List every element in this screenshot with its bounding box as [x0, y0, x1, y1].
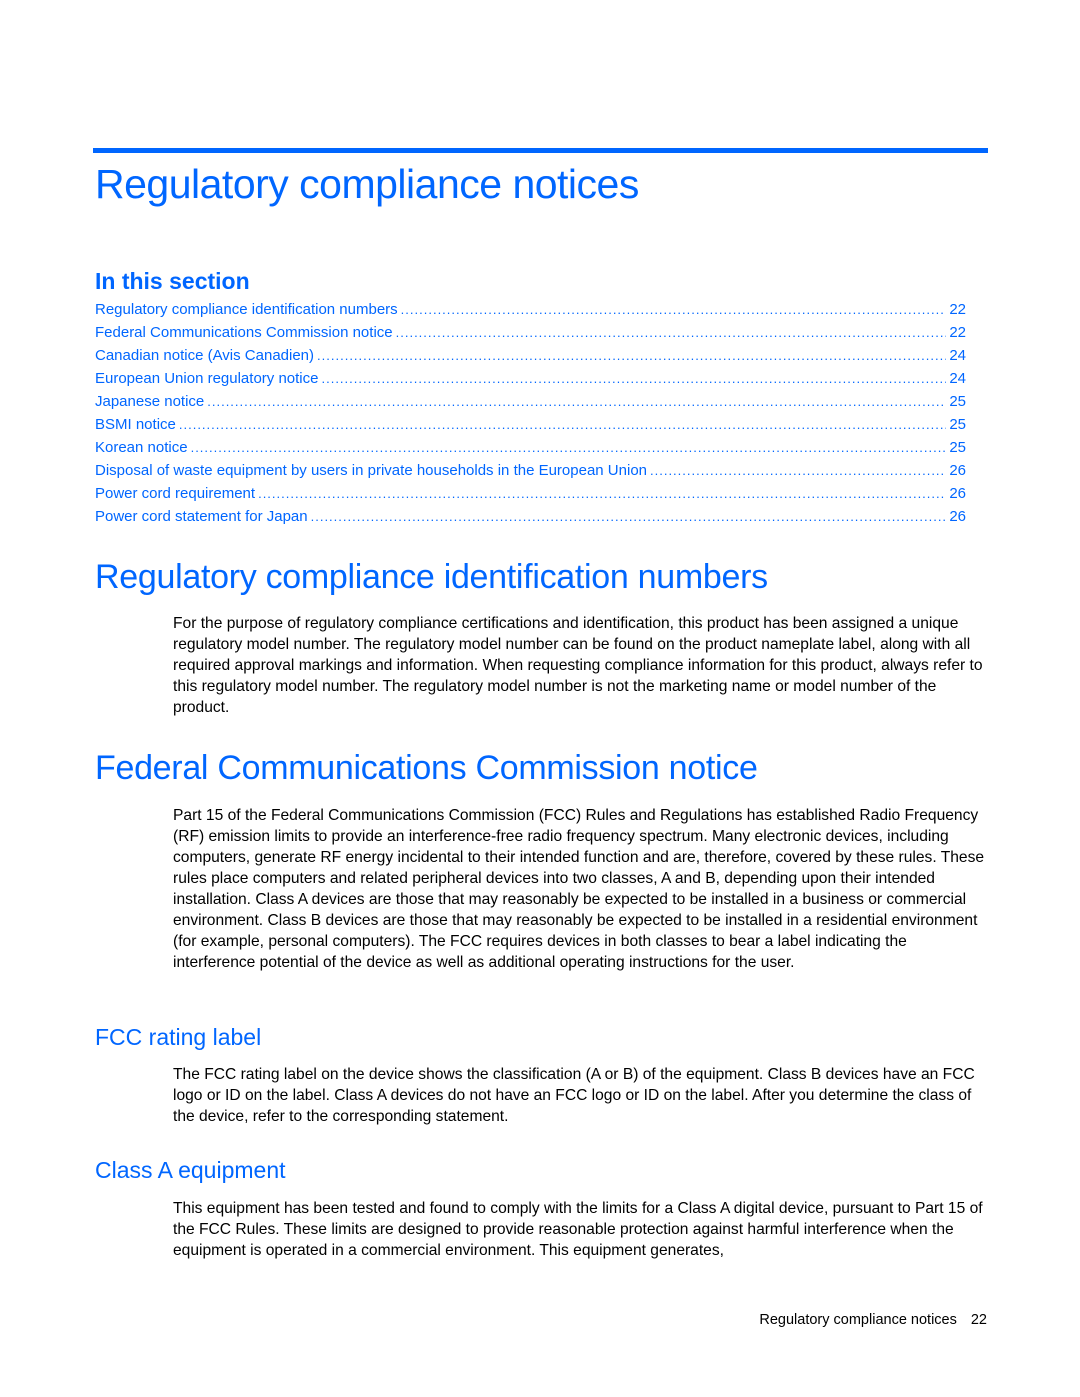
section-body-class-a: This equipment has been tested and found… [173, 1200, 983, 1259]
toc-heading: In this section [95, 268, 250, 294]
toc-entry[interactable]: Power cord requirement 26 [95, 482, 966, 505]
toc-entry-label[interactable]: Japanese notice [95, 390, 204, 413]
toc-entry-page[interactable]: 25 [949, 390, 966, 413]
footer-page-number: 22 [970, 1312, 987, 1328]
section-heading-fcc: Federal Communications Commission notice [95, 749, 758, 787]
toc-entry-page[interactable]: 26 [949, 459, 966, 482]
toc-entry[interactable]: Regulatory compliance identification num… [95, 298, 966, 321]
toc-entry-page[interactable]: 26 [949, 482, 966, 505]
footer-chapter: Regulatory compliance notices [759, 1312, 957, 1328]
title-rule [93, 148, 988, 153]
toc-entry-page[interactable]: 22 [949, 321, 966, 344]
page-title: Regulatory compliance notices [95, 161, 639, 207]
toc-leader [207, 390, 946, 413]
toc-entry[interactable]: European Union regulatory notice 24 [95, 367, 966, 390]
toc-entry-label[interactable]: Regulatory compliance identification num… [95, 298, 398, 321]
toc-entry[interactable]: BSMI notice 25 [95, 413, 966, 436]
toc-entry-label[interactable]: Canadian notice (Avis Canadien) [95, 344, 314, 367]
table-of-contents: Regulatory compliance identification num… [95, 298, 966, 528]
toc-leader [258, 482, 946, 505]
toc-leader [401, 298, 947, 321]
toc-entry-label[interactable]: Disposal of waste equipment by users in … [95, 459, 647, 482]
toc-leader [396, 321, 947, 344]
section-heading-class-a: Class A equipment [95, 1157, 286, 1183]
toc-entry-label[interactable]: Power cord statement for Japan [95, 505, 308, 528]
toc-leader [311, 505, 947, 528]
toc-leader [321, 367, 946, 390]
toc-entry-label[interactable]: Korean notice [95, 436, 188, 459]
toc-entry[interactable]: Canadian notice (Avis Canadien) 24 [95, 344, 966, 367]
section-body-id-numbers: For the purpose of regulatory compliance… [173, 615, 983, 716]
toc-entry-label[interactable]: European Union regulatory notice [95, 367, 318, 390]
toc-entry[interactable]: Federal Communications Commission notice… [95, 321, 966, 344]
toc-entry-label[interactable]: Federal Communications Commission notice [95, 321, 393, 344]
page-footer: Regulatory compliance notices 22 [759, 1312, 987, 1328]
toc-entry[interactable]: Korean notice 25 [95, 436, 966, 459]
section-heading-fcc-rating: FCC rating label [95, 1024, 262, 1050]
toc-leader [191, 436, 947, 459]
toc-entry-page[interactable]: 25 [949, 436, 966, 459]
toc-entry-label[interactable]: BSMI notice [95, 413, 176, 436]
toc-entry-page[interactable]: 24 [949, 367, 966, 390]
toc-entry-page[interactable]: 25 [949, 413, 966, 436]
toc-entry-page[interactable]: 22 [949, 298, 966, 321]
toc-leader [179, 413, 946, 436]
toc-entry[interactable]: Japanese notice 25 [95, 390, 966, 413]
section-body-fcc: Part 15 of the Federal Communications Co… [173, 807, 985, 971]
toc-entry[interactable]: Power cord statement for Japan 26 [95, 505, 966, 528]
toc-leader [650, 459, 946, 482]
toc-entry-page[interactable]: 26 [949, 505, 966, 528]
section-heading-id-numbers: Regulatory compliance identification num… [95, 558, 768, 596]
toc-entry-page[interactable]: 24 [949, 344, 966, 367]
toc-leader [317, 344, 946, 367]
toc-entry[interactable]: Disposal of waste equipment by users in … [95, 459, 966, 482]
toc-entry-label[interactable]: Power cord requirement [95, 482, 255, 505]
section-body-fcc-rating: The FCC rating label on the device shows… [173, 1066, 975, 1125]
